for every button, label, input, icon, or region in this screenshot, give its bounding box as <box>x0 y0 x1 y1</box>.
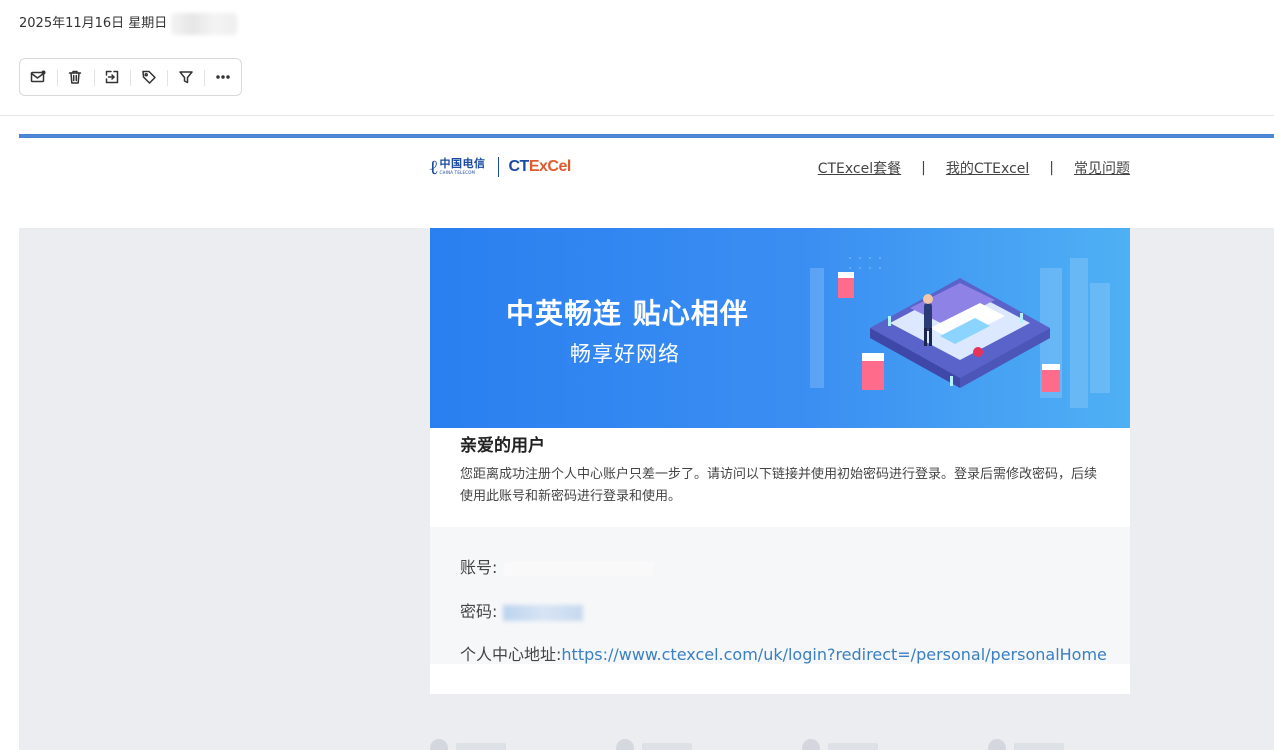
filter-button[interactable] <box>167 59 204 95</box>
footer-item[interactable] <box>430 738 506 750</box>
footer-item[interactable] <box>616 738 692 750</box>
greeting: 亲爱的用户 <box>460 436 545 456</box>
mark-read-icon <box>31 70 46 83</box>
footer-circle-icon <box>988 739 1006 750</box>
email-accent-bar <box>19 134 1274 138</box>
header-divider <box>0 115 1274 116</box>
tag-icon <box>142 70 156 84</box>
redacted-password <box>502 604 583 621</box>
promo-banner: 中英畅连 贴心相伴 畅享好网络 <box>430 228 1130 428</box>
registration-message: 您距离成功注册个人中心账户只差一步了。请访问以下链接并使用初始密码进行登录。登录… <box>460 467 1098 504</box>
password-label: 密码: <box>460 602 498 621</box>
ctexcel-logo: CTExCel <box>508 158 572 175</box>
china-telecom-logo-icon: ℓ <box>430 155 438 179</box>
email-date: 2025年11月16日 星期日 <box>19 13 238 35</box>
email-date-text: 2025年11月16日 星期日 <box>19 16 168 31</box>
nav-link-plans[interactable]: CTExcel套餐 <box>818 158 901 178</box>
email-body: ℓ 中国电信 CHINA TELECOM CTExCel CTExcel套餐 |… <box>19 134 1274 750</box>
move-button[interactable] <box>93 59 131 95</box>
move-icon <box>105 70 119 84</box>
footer-item[interactable] <box>988 738 1064 750</box>
account-label: 账号: <box>460 558 498 577</box>
card-bottom <box>430 664 1130 694</box>
account-info-panel: 账号: 密码: 个人中心地址:https://www.ctexcel.com/u… <box>430 527 1130 664</box>
password-row: 密码: <box>460 598 583 622</box>
banner-title: 中英畅连 贴心相伴 <box>506 297 749 330</box>
footer-circle-icon <box>430 739 448 750</box>
nav-separator: | <box>921 160 926 176</box>
more-icon <box>215 75 230 79</box>
redacted-time <box>171 13 238 35</box>
nav-separator: | <box>1049 160 1054 176</box>
tag-button[interactable] <box>130 59 167 95</box>
phone-illustration-icon <box>810 257 1110 408</box>
china-telecom-logo-text: 中国电信 CHINA TELECOM <box>439 157 486 176</box>
redacted-account <box>502 561 653 576</box>
footer-circle-icon <box>802 739 820 750</box>
mark-read-button[interactable] <box>20 59 57 95</box>
banner-subtitle: 畅享好网络 <box>570 342 680 366</box>
footer-circle-icon <box>616 739 634 750</box>
portal-link[interactable]: https://www.ctexcel.com/uk/login?redirec… <box>561 645 1106 664</box>
footer-item[interactable] <box>802 738 878 750</box>
delete-button[interactable] <box>56 59 94 95</box>
email-nav: CTExcel套餐 | 我的CTExcel | 常见问题 <box>818 158 1130 178</box>
portal-label: 个人中心地址: <box>460 645 562 664</box>
trash-icon <box>68 70 82 84</box>
nav-link-my-account[interactable]: 我的CTExcel <box>946 158 1029 178</box>
account-row: 账号: <box>460 554 653 578</box>
email-toolbar <box>19 58 242 96</box>
logo-separator <box>497 157 499 177</box>
more-button[interactable] <box>204 59 241 95</box>
filter-icon <box>178 71 193 84</box>
portal-row: 个人中心地址:https://www.ctexcel.com/uk/login?… <box>460 641 1107 665</box>
footer-links <box>430 738 1130 750</box>
brand-logo: ℓ 中国电信 CHINA TELECOM CTExCel <box>430 154 571 180</box>
nav-link-faq[interactable]: 常见问题 <box>1074 158 1130 178</box>
email-header: ℓ 中国电信 CHINA TELECOM CTExCel CTExcel套餐 |… <box>430 148 1130 188</box>
